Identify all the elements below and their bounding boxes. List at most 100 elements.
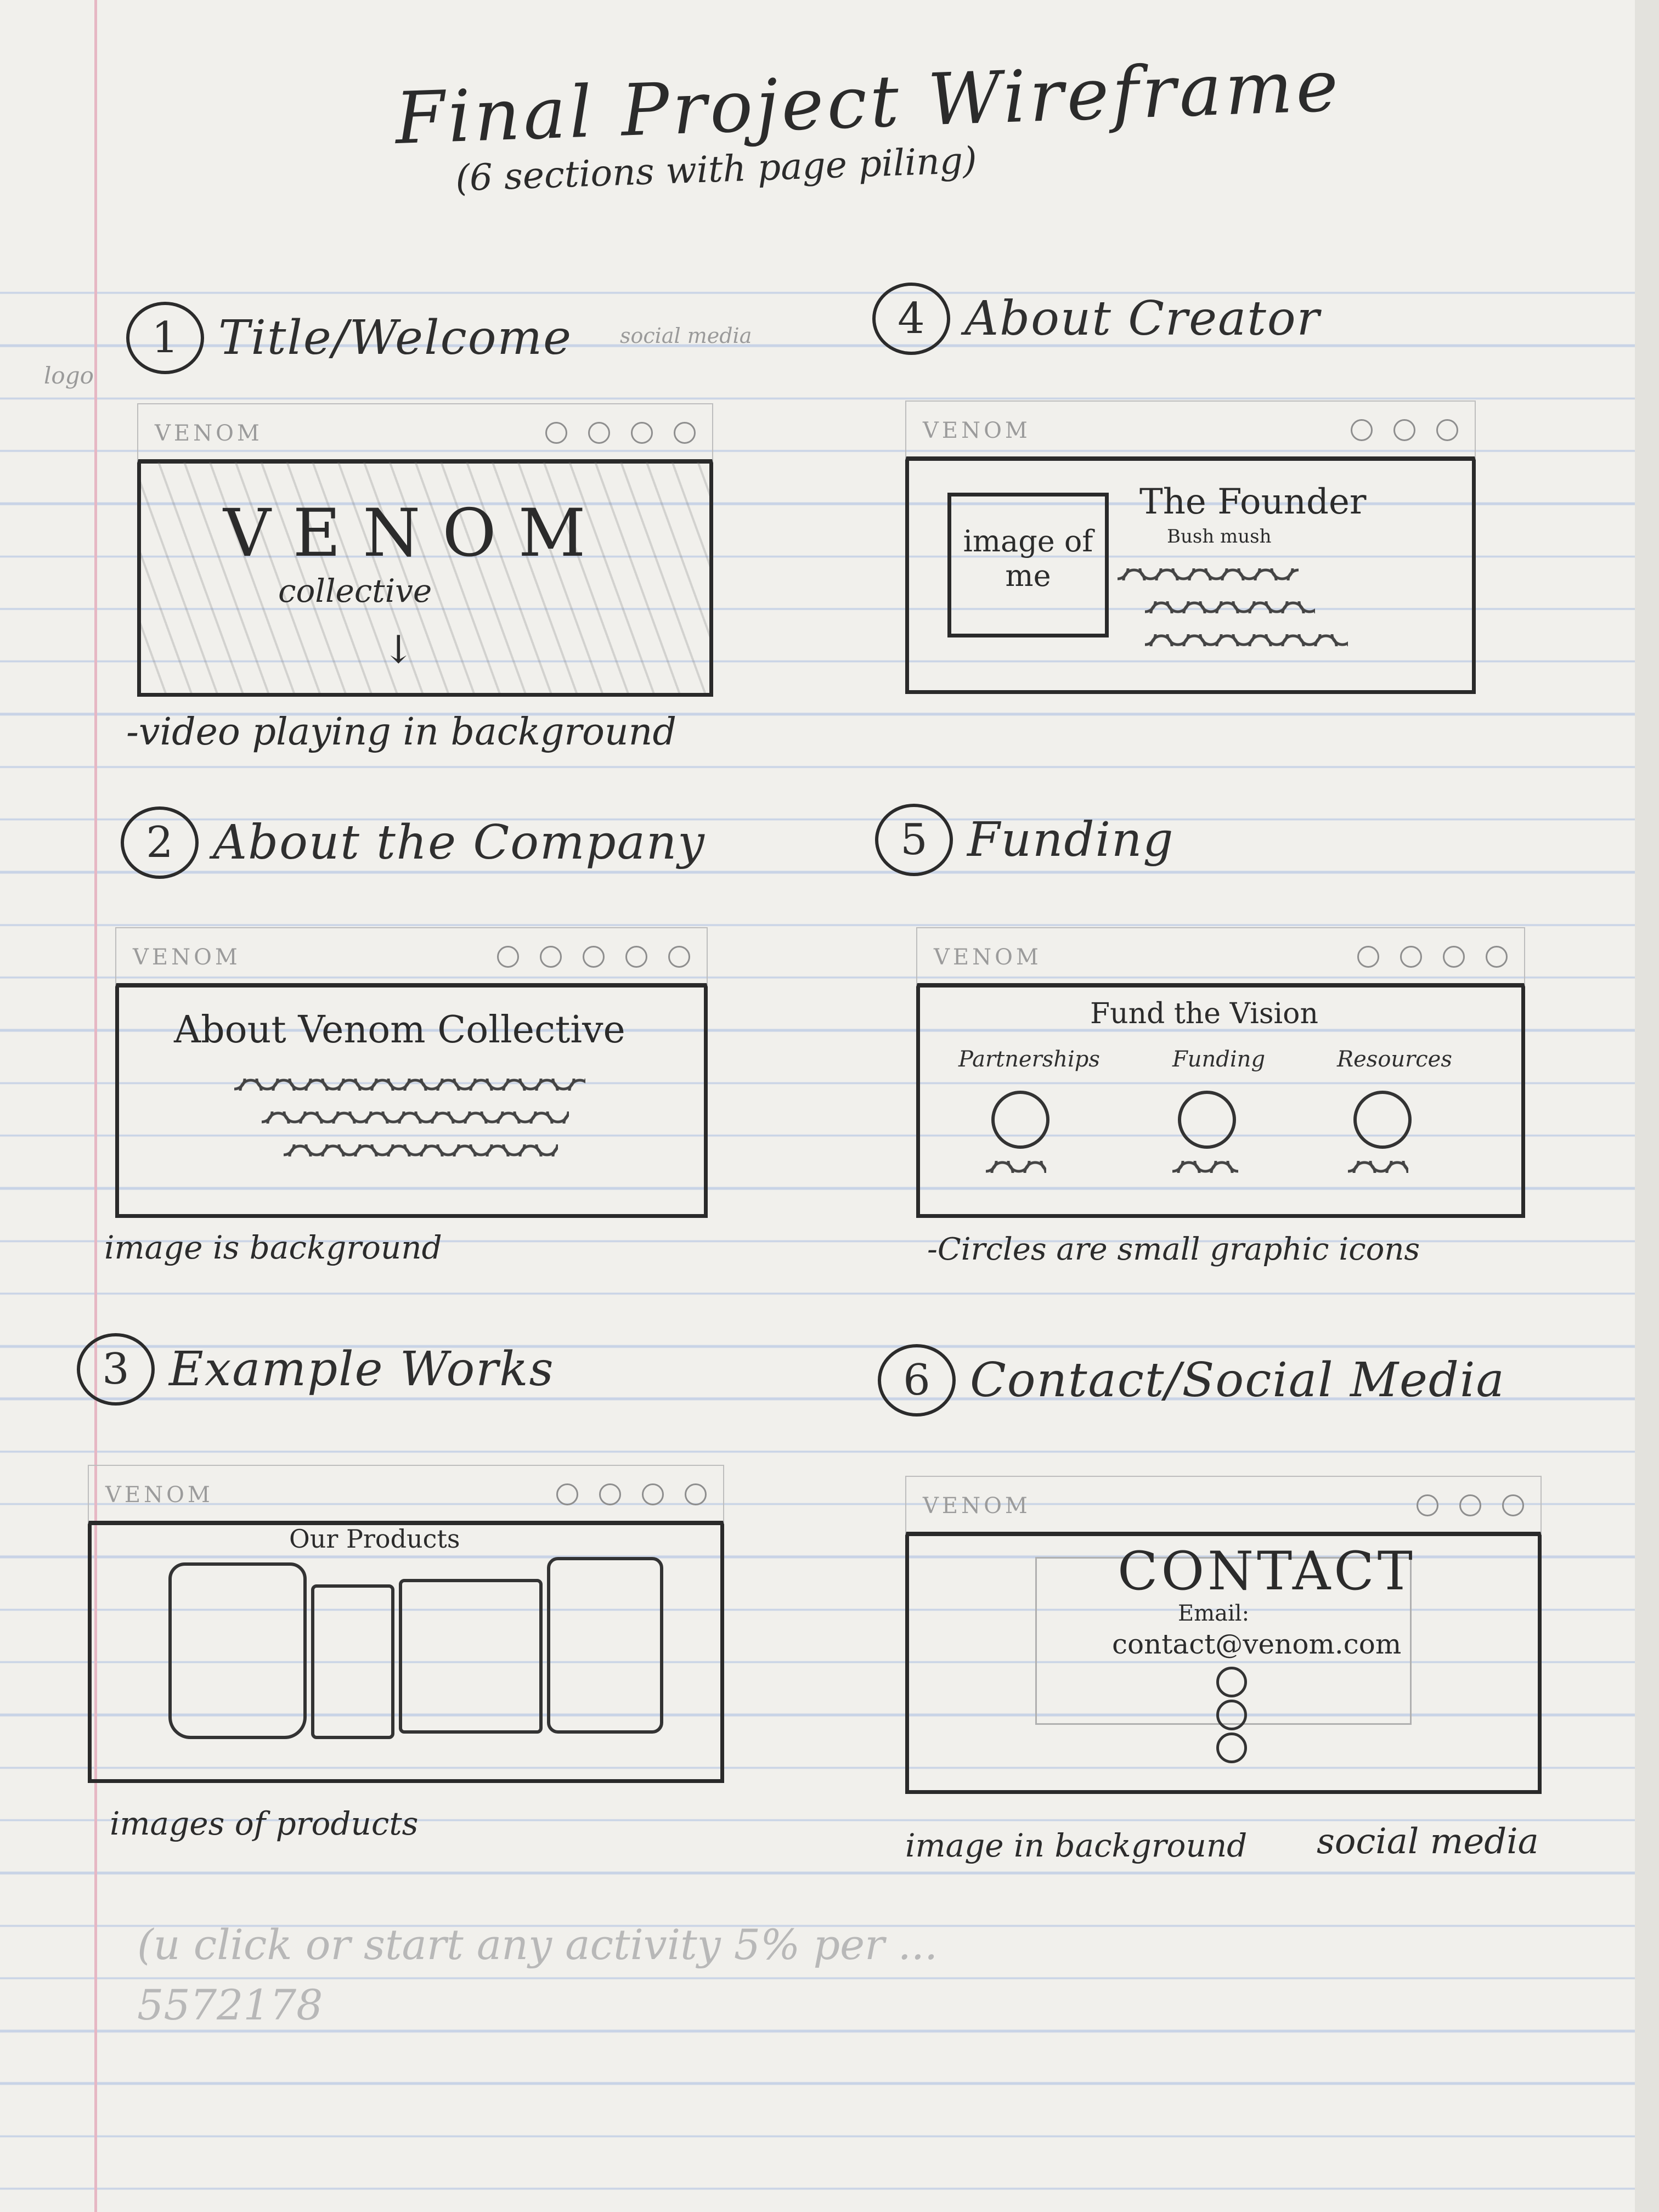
- email-label: Email:: [1178, 1601, 1250, 1626]
- social-icons: [1357, 946, 1508, 968]
- social-icon: [1216, 1700, 1247, 1730]
- social-icons: [497, 946, 690, 968]
- product-card: [547, 1557, 663, 1734]
- hero-title: VENOM: [223, 495, 608, 572]
- social-icon: [1216, 1667, 1247, 1697]
- placeholder-text: [1172, 1151, 1238, 1173]
- social-icon: [1459, 1494, 1481, 1516]
- section-1-wireframe: VENOM VENOM collective ↓: [137, 403, 713, 697]
- placeholder-text: [1145, 624, 1348, 646]
- social-icon: [583, 946, 605, 968]
- logo: VENOM: [923, 1493, 1031, 1519]
- faded-writing: (u click or start any activity 5% per ..…: [137, 1920, 938, 1969]
- placeholder-text: [234, 1069, 585, 1091]
- social-icons: [556, 1483, 707, 1505]
- column-label: Funding: [1172, 1047, 1266, 1072]
- section-5-heading: 5 Funding: [875, 804, 1174, 876]
- placeholder-text: [284, 1135, 558, 1156]
- social-icon: [1436, 419, 1458, 441]
- social-icon: [1417, 1494, 1438, 1516]
- section-1-heading: 1 Title/Welcome: [126, 302, 572, 374]
- margin-line: [94, 0, 97, 2212]
- logo: VENOM: [133, 945, 241, 970]
- section-4-wireframe: VENOM image of me The Founder Bush mush: [905, 400, 1476, 694]
- social-icon: [540, 946, 562, 968]
- social-icon: [685, 1483, 707, 1505]
- social-icon: [1443, 946, 1465, 968]
- scroll-down-arrow: ↓: [382, 627, 415, 672]
- section-title: About the Company: [213, 815, 706, 870]
- section-2-heading: 2 About the Company: [121, 806, 706, 879]
- placeholder-text: [1118, 558, 1299, 580]
- section-number: 4: [872, 283, 950, 355]
- social-icon: [599, 1483, 621, 1505]
- video-hero: VENOM collective ↓: [137, 462, 713, 697]
- social-icon: [1400, 946, 1422, 968]
- section-1-note: -video playing in background: [126, 710, 676, 754]
- section-5-wireframe: VENOM Fund the Vision Partnerships Fundi…: [916, 927, 1525, 1218]
- product-card: [311, 1584, 394, 1739]
- background-image-area: About Venom Collective: [115, 986, 708, 1218]
- section-title: Example Works: [169, 1342, 555, 1397]
- nav-bar: VENOM: [137, 403, 713, 464]
- social-icon: [1357, 946, 1379, 968]
- section-number: 1: [126, 302, 204, 374]
- background-image-area: CONTACT Email: contact@venom.com: [905, 1535, 1542, 1794]
- social-icon: [497, 946, 519, 968]
- social-icon: [625, 946, 647, 968]
- email-value: contact@venom.com: [1112, 1628, 1402, 1660]
- social-icon: [545, 422, 567, 444]
- logo: VENOM: [105, 1482, 213, 1508]
- social-icon: [642, 1483, 664, 1505]
- section-title: About Creator: [964, 291, 1321, 346]
- social-icon: [668, 946, 690, 968]
- social-icon: [1502, 1494, 1524, 1516]
- social-icon: [588, 422, 610, 444]
- founder-title: The Founder: [1139, 482, 1367, 522]
- nav-bar: VENOM: [115, 927, 708, 988]
- social-icon: [1351, 419, 1373, 441]
- section-3-wireframe: VENOM Our Products: [88, 1465, 724, 1783]
- hero-subtitle: collective: [278, 572, 432, 610]
- placeholder-text: [1145, 591, 1315, 613]
- section-number: 6: [878, 1344, 956, 1417]
- column-label: Resources: [1337, 1047, 1452, 1072]
- section-6-wireframe: VENOM CONTACT Email: contact@venom.com: [905, 1476, 1542, 1794]
- section-3-heading: 3 Example Works: [77, 1333, 555, 1406]
- paper-edge: [1635, 0, 1659, 2212]
- section-6-note-left: image in background: [905, 1827, 1248, 1864]
- section-2-note: image is background: [104, 1229, 442, 1266]
- resources-icon: [1353, 1091, 1412, 1149]
- product-card: [399, 1579, 543, 1734]
- social-icons: [1417, 1494, 1524, 1516]
- products-title: Our Products: [289, 1524, 460, 1554]
- social-icons: [545, 422, 696, 444]
- contact-title: CONTACT: [1118, 1541, 1416, 1602]
- founder-image-placeholder: image of me: [947, 493, 1109, 637]
- social-icon: [1216, 1733, 1247, 1763]
- about-title: About Venom Collective: [174, 1008, 625, 1052]
- product-card: [168, 1562, 307, 1739]
- logo: VENOM: [934, 945, 1042, 970]
- nav-bar: VENOM: [905, 400, 1476, 461]
- faded-writing: 5572178: [137, 1980, 323, 2029]
- nav-bar: VENOM: [905, 1476, 1542, 1536]
- logo-annotation: logo: [44, 362, 94, 389]
- section-number: 2: [121, 806, 199, 879]
- founder-subtitle: Bush mush: [1167, 526, 1272, 548]
- placeholder-text: [986, 1151, 1046, 1173]
- section-title: Funding: [967, 812, 1175, 867]
- partnerships-icon: [991, 1091, 1049, 1149]
- product-gallery: Our Products: [88, 1524, 724, 1783]
- social-icon: [631, 422, 653, 444]
- image-label: image of me: [963, 524, 1093, 593]
- logo: VENOM: [923, 418, 1031, 443]
- placeholder-text: [1348, 1151, 1408, 1173]
- social-media-annotation: social media: [620, 324, 752, 348]
- funding-title: Fund the Vision: [1090, 997, 1318, 1030]
- column-label: Partnerships: [958, 1047, 1100, 1072]
- section-number: 3: [77, 1333, 155, 1406]
- content-area: Fund the Vision Partnerships Funding Res…: [916, 986, 1525, 1218]
- social-icon: [1393, 419, 1415, 441]
- section-6-heading: 6 Contact/Social Media: [878, 1344, 1505, 1417]
